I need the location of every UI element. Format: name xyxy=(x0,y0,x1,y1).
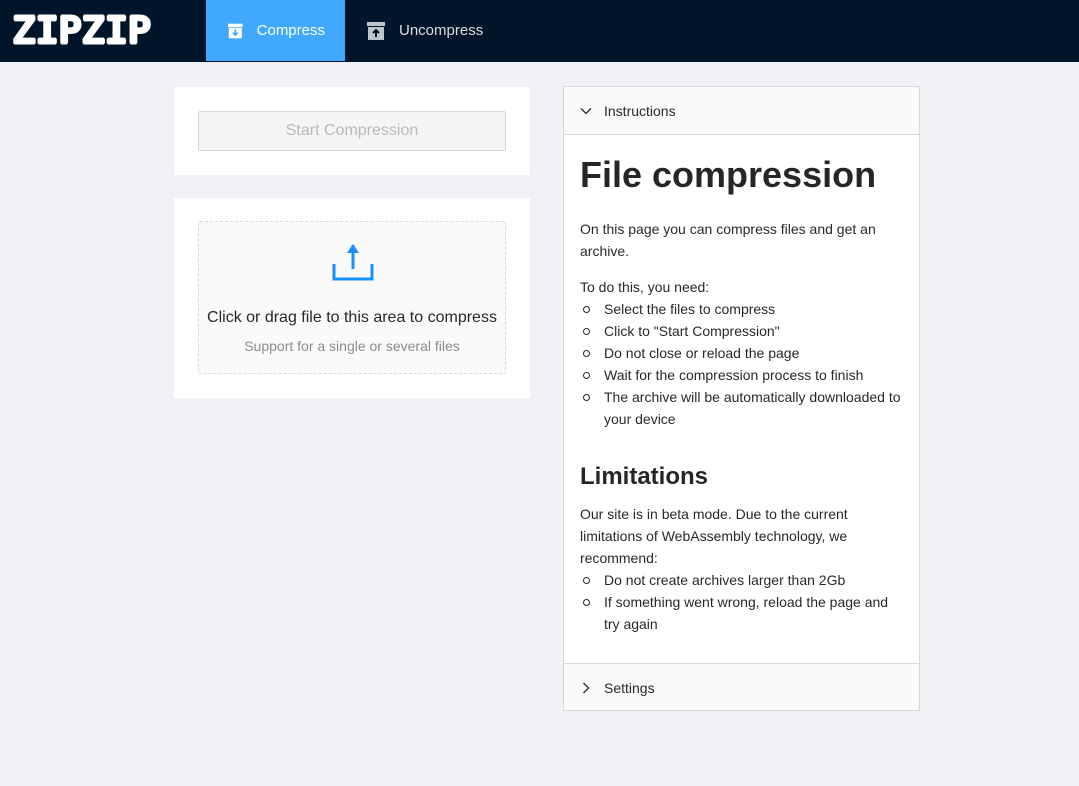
dropzone-hint: Support for a single or several files xyxy=(244,338,460,354)
limitations-text: Our site is in beta mode. Due to the cur… xyxy=(580,506,848,566)
upload-dropzone[interactable]: Click or drag file to this area to compr… xyxy=(198,221,506,374)
list-item: Do not create archives larger than 2Gb xyxy=(580,569,902,591)
archive-down-icon xyxy=(228,23,243,38)
list-item: Wait for the compression process to fini… xyxy=(580,364,902,386)
instructions-panel-body: File compression On this page you can co… xyxy=(564,134,919,664)
list-item: Click to "Start Compression" xyxy=(580,320,902,342)
steps-list: Select the files to compress Click to "S… xyxy=(580,298,902,430)
limitations-title: Limitations xyxy=(580,463,709,490)
page-title: File compression xyxy=(580,154,877,195)
nav-uncompress[interactable]: Uncompress xyxy=(345,0,503,61)
settings-panel-header[interactable]: Settings xyxy=(564,664,919,711)
nav-uncompress-label: Uncompress xyxy=(399,22,484,39)
top-nav: ZIPZIP Compress Uncompress xyxy=(0,0,1079,62)
settings-panel-title: Settings xyxy=(604,679,655,696)
intro-text: On this page you can compress files and … xyxy=(580,221,876,259)
nav-compress-label: Compress xyxy=(256,22,325,39)
chevron-right-icon xyxy=(583,682,590,693)
nav-compress[interactable]: Compress xyxy=(206,0,345,61)
limitations-list: Do not create archives larger than 2Gb I… xyxy=(580,569,902,635)
chevron-down-icon xyxy=(580,107,592,114)
start-card: Start Compression xyxy=(174,87,530,175)
list-item: Select the files to compress xyxy=(580,298,902,320)
archive-up-icon xyxy=(367,21,385,40)
dropzone-text: Click or drag file to this area to compr… xyxy=(207,309,497,326)
upload-icon xyxy=(332,244,374,281)
instructions-panel-title: Instructions xyxy=(604,102,676,119)
logo[interactable]: ZIPZIP xyxy=(0,0,206,62)
start-compression-button[interactable]: Start Compression xyxy=(198,111,506,151)
instructions-panel-header[interactable]: Instructions xyxy=(564,87,919,134)
list-item: Do not close or reload the page xyxy=(580,342,902,364)
upload-card: Click or drag file to this area to compr… xyxy=(174,198,530,398)
list-item: The archive will be automatically downlo… xyxy=(580,386,902,430)
info-collapse: Instructions File compression On this pa… xyxy=(563,86,920,711)
steps-intro: To do this, you need: xyxy=(580,279,710,295)
list-item: If something went wrong, reload the page… xyxy=(580,591,902,635)
